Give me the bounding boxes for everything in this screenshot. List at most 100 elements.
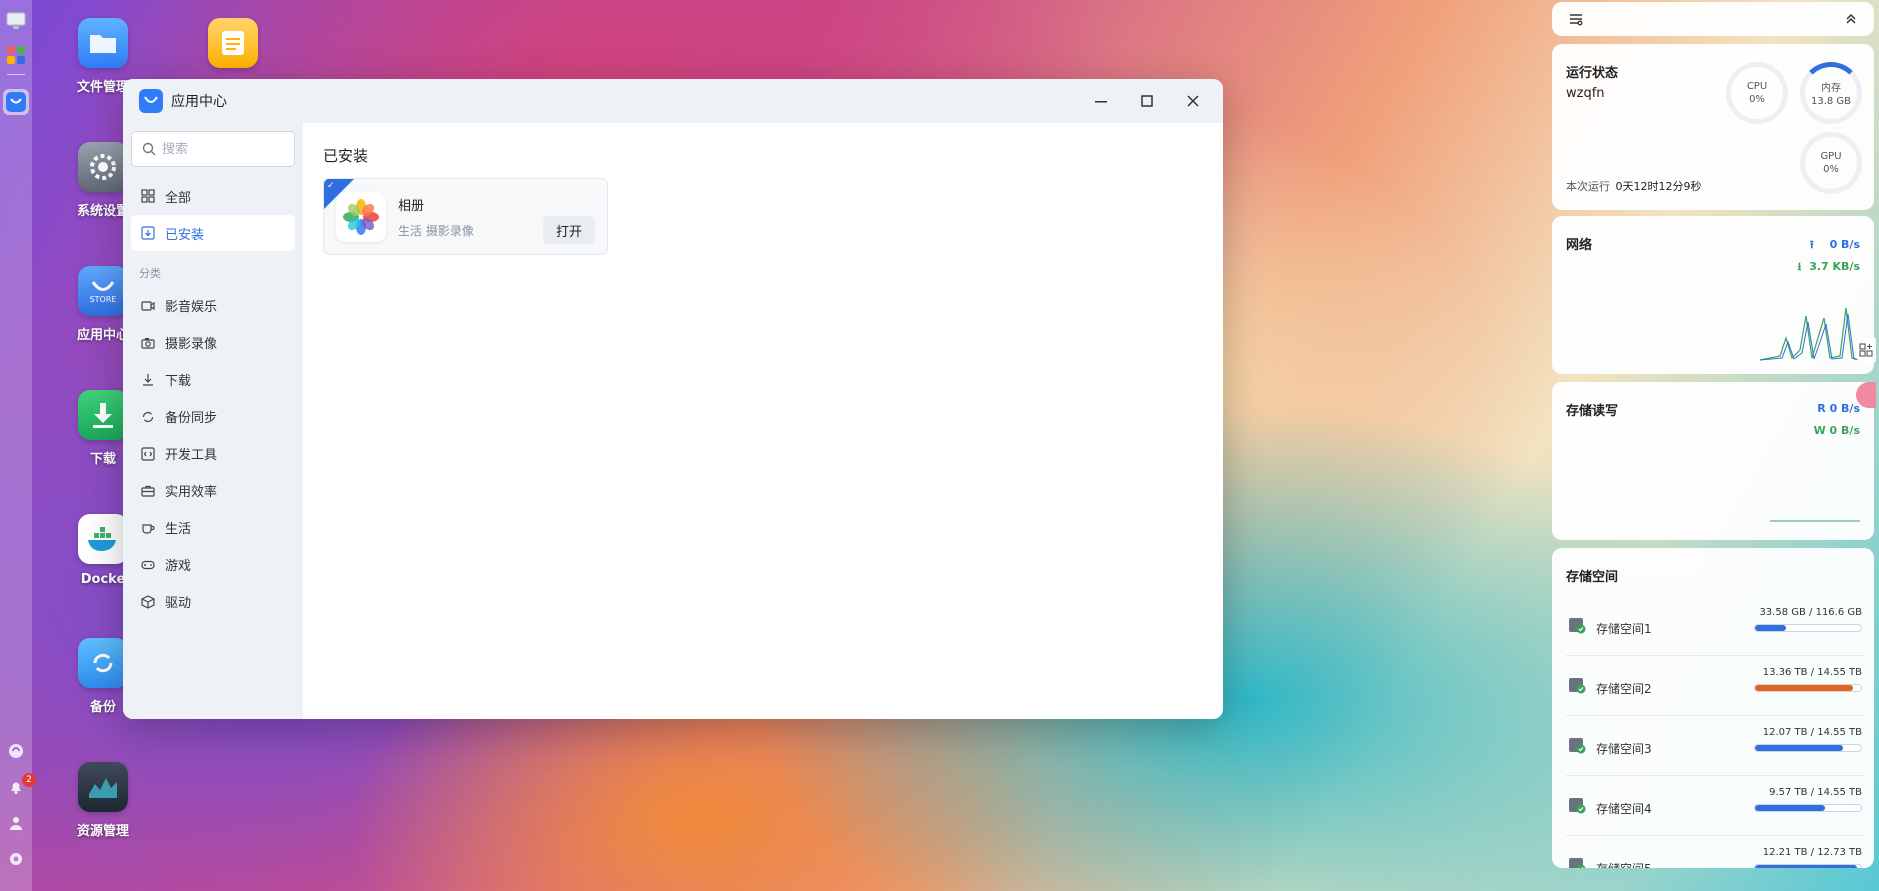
gpu-label: GPU [1820, 151, 1842, 162]
nav-item-installed[interactable]: 已安装 [131, 215, 295, 251]
upload-arrow-icon: ⭱ [1809, 238, 1814, 251]
storage-usage-fill [1755, 745, 1843, 751]
left-dock: 2 [0, 0, 36, 891]
dock-app-center[interactable] [3, 89, 29, 115]
dock-divider [7, 74, 25, 75]
cube-icon [141, 594, 155, 609]
storage-usage-fill [1755, 685, 1853, 691]
write-speed: W 0 B/s [1813, 424, 1860, 437]
upload-speed: ⭱ 0 B/s [1809, 238, 1860, 251]
desktop-icon-notes[interactable] [188, 18, 278, 68]
close-icon [1187, 95, 1199, 107]
category-label: 驱动 [165, 596, 192, 611]
nav-item-all[interactable]: 全部 [131, 178, 295, 214]
disk-io-widget: 存储读写 R 0 B/s W 0 B/s [1552, 382, 1874, 540]
app-card-album[interactable]: ✓ 相册 生活 摄影录像 打开 [323, 178, 608, 255]
activity-chart-icon [78, 762, 128, 812]
storage-volume-row[interactable]: 存储空间1 33.58 GB / 116.6 GB [1566, 596, 1864, 656]
download-arrow-icon: ⭳ [1797, 260, 1802, 273]
collapse-panel-button[interactable] [1844, 11, 1858, 30]
storage-volume-icon [1569, 738, 1586, 754]
storage-volume-row[interactable]: 存储空间4 9.57 TB / 14.55 TB [1566, 776, 1864, 836]
category-item[interactable]: 生活 [131, 509, 295, 546]
app-launcher-button[interactable] [3, 42, 29, 68]
memory-label: 内存 [1821, 83, 1841, 94]
sliders-icon [1570, 14, 1583, 26]
storage-volume-icon [1569, 798, 1586, 814]
window-titlebar[interactable]: 应用中心 [123, 79, 1223, 123]
gear-icon [10, 853, 22, 865]
code-icon [141, 446, 155, 461]
storage-volume-name: 存储空间3 [1596, 742, 1652, 756]
widget-panel: 运行状态 wzqfn CPU 0% 内存 13.8 GB GPU 0% 本次运行… [1548, 0, 1876, 891]
toolbox-icon [141, 485, 155, 497]
installed-apps-panel: 已安装 ✓ 相册 生活 摄影录像 打开 [303, 123, 1223, 719]
storage-volume-usage: 9.57 TB / 14.55 TB [1769, 787, 1862, 798]
category-item[interactable]: 实用效率 [131, 472, 295, 509]
storage-volume-row[interactable]: 存储空间5 12.21 TB / 12.73 TB [1566, 836, 1864, 868]
sync-circle-icon [9, 744, 23, 758]
category-item[interactable]: 摄影录像 [131, 324, 295, 361]
download-icon [143, 373, 153, 386]
network-widget: 网络 ⭱ 0 B/s ⭳ 3.7 KB/s [1552, 216, 1874, 374]
widget-toolbar [1552, 2, 1874, 36]
store-icon [6, 92, 26, 112]
desktop-icon-label: 文件管理 [76, 80, 129, 95]
storage-volume-row[interactable]: 存储空间2 13.36 TB / 14.55 TB [1566, 656, 1864, 716]
dock-notification-button[interactable]: 2 [8, 773, 36, 799]
maximize-icon [1141, 95, 1153, 107]
category-item[interactable]: 开发工具 [131, 435, 295, 472]
storage-usage-fill [1755, 865, 1857, 868]
gpu-ring: GPU 0% [1800, 132, 1862, 194]
cpu-ring: CPU 0% [1726, 62, 1788, 124]
hostname: wzqfn [1566, 86, 1605, 101]
cpu-value: 0% [1749, 94, 1765, 105]
dock-sync-button[interactable] [8, 743, 24, 763]
backup-sync-icon [78, 638, 128, 688]
app-center-sidebar: 全部 已安装 分类 影音娱乐 摄影录像 下载 备份同步 [123, 123, 303, 719]
open-app-button[interactable]: 打开 [543, 216, 595, 244]
category-item[interactable]: 影音娱乐 [131, 287, 295, 324]
add-widget-button[interactable] [1856, 338, 1876, 362]
desktop-icon-resource-manager[interactable]: 资源管理 [58, 762, 148, 839]
search-box[interactable] [131, 131, 295, 167]
storage-widget: 存储空间 存储空间1 33.58 GB / 116.6 GB 存储空间2 13.… [1552, 548, 1874, 868]
category-item[interactable]: 下载 [131, 361, 295, 398]
notepad-icon [208, 18, 258, 68]
minimize-button[interactable] [1081, 85, 1121, 117]
desktop-icon-label: 应用中心 [76, 328, 129, 343]
sync-icon [142, 411, 154, 422]
page-title: 已安装 [323, 147, 369, 165]
add-widget-icon [1859, 343, 1873, 357]
storage-usage-bar [1754, 744, 1862, 752]
storage-volume-row[interactable]: 存储空间3 12.07 TB / 14.55 TB [1566, 716, 1864, 776]
category-item[interactable]: 驱动 [131, 583, 295, 620]
memory-ring: 内存 13.8 GB [1800, 62, 1862, 124]
desktop-button[interactable] [3, 8, 29, 34]
installed-check-icon: ✓ [327, 181, 335, 191]
storage-usage-fill [1755, 625, 1786, 631]
cup-icon [142, 523, 155, 534]
dock-settings-button[interactable] [8, 851, 24, 871]
disk-io-sparkline [1770, 520, 1860, 522]
maximize-button[interactable] [1127, 85, 1167, 117]
category-label: 备份同步 [165, 411, 218, 426]
storage-title: 存储空间 [1566, 570, 1619, 585]
search-input[interactable] [162, 141, 282, 157]
category-label: 下载 [165, 374, 192, 389]
nav-item-label: 全部 [165, 190, 192, 206]
docker-whale-icon [78, 514, 128, 564]
desktop-icon-label: Docke [80, 572, 126, 587]
close-button[interactable] [1173, 85, 1213, 117]
settings-gear-icon [78, 142, 128, 192]
category-label: 摄影录像 [165, 337, 218, 352]
category-item[interactable]: 备份同步 [131, 398, 295, 435]
category-label: 实用效率 [165, 485, 218, 500]
category-item[interactable]: 游戏 [131, 546, 295, 583]
dock-user-button[interactable] [8, 815, 24, 835]
chevrons-up-icon [1846, 13, 1856, 24]
category-heading: 分类 [139, 267, 161, 280]
widget-settings-button[interactable] [1568, 11, 1584, 31]
input-method-icon[interactable] [1856, 382, 1876, 408]
nav-item-label: 已安装 [165, 227, 205, 243]
